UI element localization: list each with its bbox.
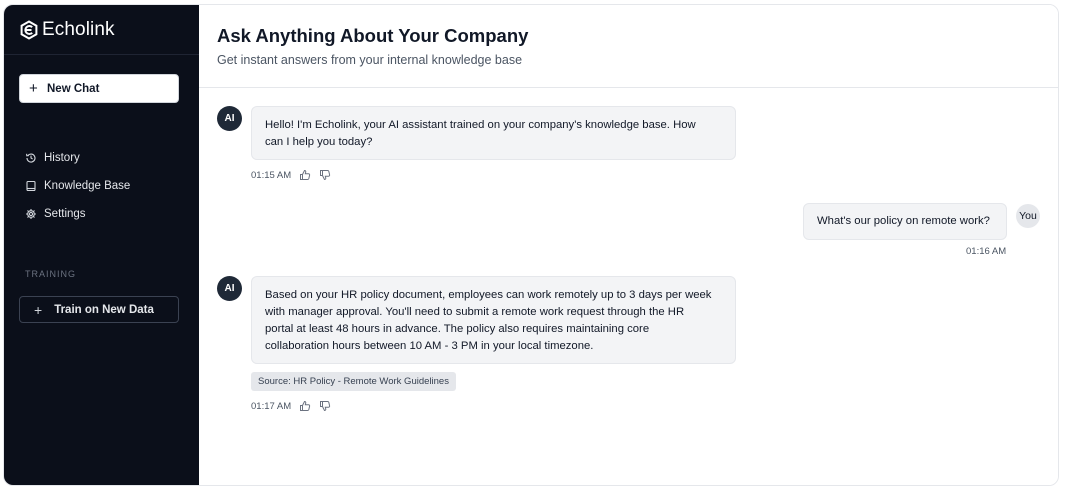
user-message-bubble: What's our policy on remote work? bbox=[803, 203, 1007, 240]
gear-icon bbox=[26, 209, 36, 219]
page-subtitle: Get instant answers from your internal k… bbox=[217, 53, 523, 67]
message-line: Hello! I'm Echolink, your AI assistant t… bbox=[265, 119, 696, 131]
new-chat-button[interactable]: + New Chat bbox=[19, 74, 179, 103]
sidebar-item-settings[interactable]: Settings bbox=[25, 200, 130, 228]
echolink-logo-icon bbox=[20, 20, 38, 40]
app-window: Echolink + New Chat History Knowledge Ba… bbox=[3, 4, 1059, 486]
sidebar-item-label: Knowledge Base bbox=[44, 180, 131, 192]
ai-avatar: AI bbox=[217, 276, 242, 301]
train-on-new-data-button[interactable]: + Train on New Data bbox=[19, 296, 179, 323]
message-line: collaboration hours between 10 AM - 3 PM… bbox=[265, 340, 594, 352]
thumbs-down-icon[interactable] bbox=[319, 169, 331, 181]
plus-icon: + bbox=[29, 80, 38, 97]
chat-main: Ask Anything About Your Company Get inst… bbox=[199, 5, 1058, 485]
new-chat-label: New Chat bbox=[47, 82, 100, 95]
sidebar-nav: History Knowledge Base Settings bbox=[25, 144, 130, 228]
book-icon bbox=[26, 180, 36, 192]
message-line: can I help you today? bbox=[265, 136, 373, 148]
message-timestamp: 01:17 AM bbox=[251, 400, 292, 412]
message-line: with manager approval. You'll need to su… bbox=[265, 306, 685, 318]
sidebar-divider bbox=[4, 54, 199, 55]
message-meta: 01:17 AM bbox=[251, 400, 331, 412]
page-title: Ask Anything About Your Company bbox=[217, 25, 529, 46]
brand-name: Echolink bbox=[42, 19, 115, 40]
thumbs-down-icon[interactable] bbox=[319, 400, 331, 412]
message-timestamp: 01:15 AM bbox=[251, 169, 292, 181]
sidebar-item-knowledge-base[interactable]: Knowledge Base bbox=[25, 172, 130, 200]
message-meta: 01:15 AM bbox=[251, 169, 331, 181]
ai-message-bubble: Hello! I'm Echolink, your AI assistant t… bbox=[251, 106, 736, 160]
ai-avatar: AI bbox=[217, 106, 242, 131]
message-line: What's our policy on remote work? bbox=[817, 215, 990, 227]
training-section-label: TRAINING bbox=[25, 269, 77, 279]
user-avatar: You bbox=[1016, 204, 1040, 228]
sidebar-item-label: Settings bbox=[44, 208, 86, 220]
train-button-label: Train on New Data bbox=[54, 303, 154, 316]
thumbs-up-icon[interactable] bbox=[299, 400, 311, 412]
plus-icon: + bbox=[34, 301, 43, 318]
sidebar-item-history[interactable]: History bbox=[25, 144, 130, 172]
ai-message-bubble: Based on your HR policy document, employ… bbox=[251, 276, 736, 364]
message-line: Based on your HR policy document, employ… bbox=[265, 289, 712, 301]
message-timestamp: 01:16 AM bbox=[966, 246, 1007, 257]
message-line: portal at least 48 hours in advance. The… bbox=[265, 323, 650, 335]
thumbs-up-icon[interactable] bbox=[299, 169, 311, 181]
page-header: Ask Anything About Your Company Get inst… bbox=[199, 5, 1058, 88]
source-citation-badge[interactable]: Source: HR Policy - Remote Work Guidelin… bbox=[251, 372, 456, 391]
brand: Echolink bbox=[19, 19, 115, 41]
sidebar-item-label: History bbox=[44, 152, 80, 164]
history-icon bbox=[26, 153, 36, 163]
sidebar: Echolink + New Chat History Knowledge Ba… bbox=[4, 5, 199, 485]
